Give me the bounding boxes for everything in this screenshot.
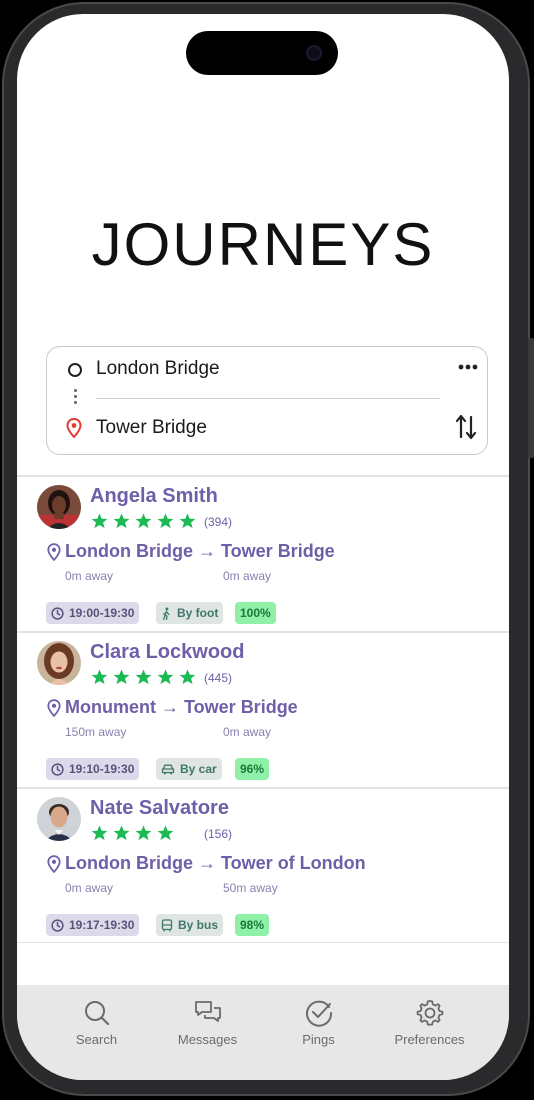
tab-messages[interactable]: Messages [158, 985, 258, 1080]
from-distance: 0m away [65, 569, 114, 583]
tab-label: Pings [302, 1032, 335, 1047]
to-distance: 0m away [223, 569, 272, 583]
journey-result-card[interactable]: Nate Salvatore (156) London Bridge → Tow… [17, 787, 509, 943]
travel-mode-badge: By foot [156, 602, 224, 624]
star-icon [157, 513, 174, 529]
route-from: London Bridge [65, 853, 193, 873]
journey-result-card[interactable]: Angela Smith (394) London Bridge → Tower… [17, 475, 509, 631]
tab-search[interactable]: Search [47, 985, 147, 1080]
star-icon [179, 669, 196, 685]
side-button [528, 338, 534, 458]
pings-icon [305, 1000, 332, 1027]
time-badge: 19:10-19:30 [46, 758, 140, 780]
journey-result-card[interactable]: Clara Lockwood (445) Monument → Tower Br… [17, 631, 509, 787]
travel-mode-badge: By car [156, 758, 222, 780]
camera-icon [306, 45, 322, 61]
screen: JOURNEYS London Bridge Tower Bridge Ange… [17, 14, 509, 1080]
travel-mode-text: By car [180, 762, 217, 776]
avatar [37, 485, 81, 529]
tab-label: Search [75, 1032, 118, 1047]
from-distance: 0m away [65, 881, 114, 895]
origin-input[interactable]: London Bridge [96, 358, 220, 380]
star-icon [135, 513, 152, 529]
tab-preferences[interactable]: Preferences [380, 985, 480, 1080]
travel-mode-text: By bus [178, 918, 219, 932]
clock-icon [51, 918, 64, 932]
time-badge: 19:00-19:30 [46, 602, 140, 624]
gear-icon [416, 1000, 443, 1026]
star-icon [135, 669, 152, 685]
star-icon [157, 825, 174, 841]
dynamic-island [186, 31, 338, 75]
location-pin-icon [47, 699, 61, 717]
avatar [37, 641, 81, 685]
clock-icon [51, 606, 64, 620]
to-distance: 0m away [223, 725, 272, 739]
time-badge: 19:17-19:30 [46, 914, 140, 936]
route-from: Monument [65, 697, 156, 717]
arrow-right-icon: → [161, 697, 179, 717]
star-icon [91, 513, 108, 529]
star-icon [135, 825, 152, 841]
driver-name: Angela Smith [90, 485, 218, 507]
bus-icon [161, 918, 173, 931]
travel-mode-text: By foot [177, 606, 219, 620]
star-icon [157, 669, 174, 685]
star-rating [90, 512, 197, 530]
star-icon [91, 825, 108, 841]
star-icon [113, 825, 130, 841]
time-text: 19:17-19:30 [69, 918, 135, 932]
bottom-tab-bar: Search Messages Pings Preferences [17, 985, 509, 1080]
star-rating [90, 668, 197, 686]
match-badge: 96% [235, 758, 270, 780]
rating-count: (156) [204, 827, 233, 841]
rating-count: (445) [204, 671, 233, 685]
star-icon [113, 669, 130, 685]
time-text: 19:00-19:30 [69, 606, 135, 620]
arrow-right-icon: → [198, 541, 216, 561]
star-icon [91, 669, 108, 685]
rating-count: (394) [204, 515, 233, 529]
from-distance: 150m away [65, 725, 127, 739]
route: London Bridge → Tower Bridge [65, 541, 335, 562]
star-rating [90, 824, 175, 842]
route: Monument → Tower Bridge [65, 697, 298, 718]
route-to: Tower Bridge [221, 541, 335, 561]
tab-pings[interactable]: Pings [269, 985, 369, 1080]
location-pin-icon [47, 543, 61, 561]
destination-input[interactable]: Tower Bridge [96, 417, 207, 439]
location-pin-icon [47, 855, 61, 873]
time-text: 19:10-19:30 [69, 762, 135, 776]
driver-name: Clara Lockwood [90, 641, 245, 663]
route-to: Tower of London [221, 853, 366, 873]
clock-icon [51, 762, 64, 776]
messages-icon [194, 1001, 221, 1022]
swap-icon[interactable] [455, 413, 477, 441]
more-options-icon[interactable] [457, 359, 479, 375]
route-to: Tower Bridge [184, 697, 298, 717]
arrow-right-icon: → [198, 853, 216, 873]
route-from: London Bridge [65, 541, 193, 561]
tab-label: Preferences [394, 1032, 465, 1047]
route: London Bridge → Tower of London [65, 853, 366, 874]
divider [96, 398, 440, 399]
tab-label: Messages [177, 1032, 238, 1047]
destination-pin-icon [66, 418, 82, 438]
to-distance: 50m away [223, 881, 278, 895]
journey-results-list: Angela Smith (394) London Bridge → Tower… [17, 475, 509, 943]
star-icon [179, 513, 196, 529]
origin-circle-icon [68, 363, 82, 377]
avatar [37, 797, 81, 841]
match-badge: 98% [235, 914, 270, 936]
driver-name: Nate Salvatore [90, 797, 229, 819]
match-badge: 100% [235, 602, 276, 624]
route-dots-icon [74, 389, 77, 407]
walking-icon [163, 606, 170, 620]
car-icon [161, 764, 175, 775]
page-title: JOURNEYS [91, 211, 435, 278]
travel-mode-badge: By bus [156, 914, 224, 936]
search-icon [84, 1001, 109, 1026]
star-icon [113, 513, 130, 529]
journey-search-card: London Bridge Tower Bridge [46, 346, 488, 455]
